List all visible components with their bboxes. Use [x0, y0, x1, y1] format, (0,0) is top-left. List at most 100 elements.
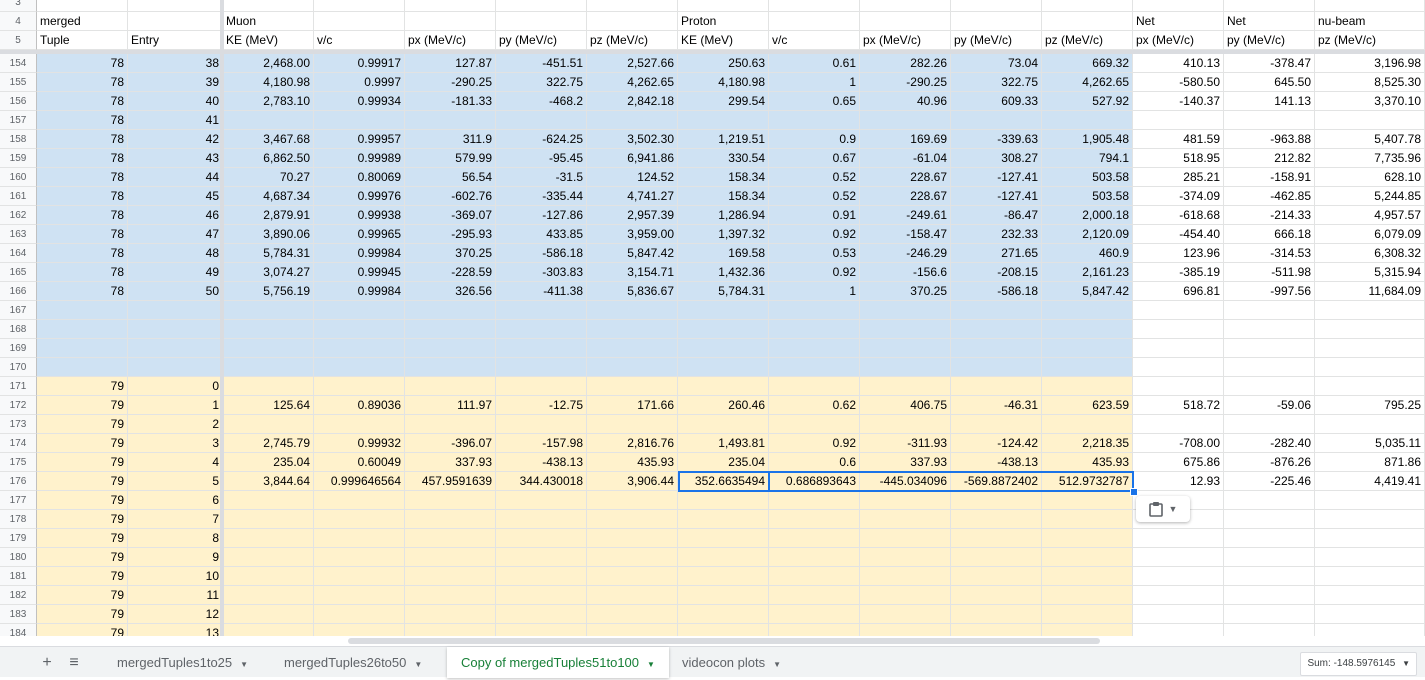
table-cell[interactable]: 512.9732787 [1042, 472, 1133, 491]
table-cell[interactable]: 228.67 [860, 187, 951, 206]
table-cell[interactable]: 0.89036 [314, 396, 405, 415]
table-cell[interactable] [1315, 415, 1425, 434]
table-cell[interactable]: 235.04 [678, 453, 769, 472]
table-cell[interactable] [1042, 624, 1133, 636]
table-cell[interactable] [678, 567, 769, 586]
table-cell[interactable]: 696.81 [1133, 282, 1224, 301]
table-cell[interactable]: 48 [128, 244, 223, 263]
table-cell[interactable]: 503.58 [1042, 187, 1133, 206]
table-cell[interactable]: 0.80069 [314, 168, 405, 187]
table-cell[interactable] [1133, 605, 1224, 624]
table-cell[interactable] [496, 529, 587, 548]
table-cell[interactable]: 73.04 [951, 54, 1042, 73]
table-cell[interactable]: 271.65 [951, 244, 1042, 263]
row-number[interactable]: 182 [0, 586, 37, 605]
table-cell[interactable]: 41 [128, 111, 223, 130]
table-cell[interactable] [1042, 358, 1133, 377]
table-cell[interactable] [860, 491, 951, 510]
table-cell[interactable] [1042, 529, 1133, 548]
table-cell[interactable]: -31.5 [496, 168, 587, 187]
header-cell[interactable] [587, 12, 678, 31]
table-cell[interactable] [678, 548, 769, 567]
table-cell[interactable]: 2,879.91 [223, 206, 314, 225]
header-cell[interactable]: v/c [769, 31, 860, 50]
table-cell[interactable]: -411.38 [496, 282, 587, 301]
table-cell[interactable] [1315, 605, 1425, 624]
table-cell[interactable]: -156.6 [860, 263, 951, 282]
table-cell[interactable] [951, 491, 1042, 510]
row-number[interactable]: 168 [0, 320, 37, 339]
table-cell[interactable] [769, 111, 860, 130]
table-cell[interactable]: -295.93 [405, 225, 496, 244]
table-cell[interactable] [1133, 624, 1224, 636]
table-cell[interactable] [314, 377, 405, 396]
table-cell[interactable]: 78 [37, 54, 128, 73]
table-cell[interactable] [405, 320, 496, 339]
table-cell[interactable] [314, 529, 405, 548]
table-cell[interactable]: 4,180.98 [678, 73, 769, 92]
table-cell[interactable] [951, 358, 1042, 377]
table-cell[interactable]: 78 [37, 282, 128, 301]
table-cell[interactable]: -708.00 [1133, 434, 1224, 453]
table-cell[interactable]: 3,502.30 [587, 130, 678, 149]
header-cell[interactable]: KE (MeV) [223, 31, 314, 50]
table-cell[interactable]: 0.99917 [314, 54, 405, 73]
table-cell[interactable]: 337.93 [860, 453, 951, 472]
table-cell[interactable]: 0.99957 [314, 130, 405, 149]
table-cell[interactable] [1315, 301, 1425, 320]
table-cell[interactable]: 260.46 [678, 396, 769, 415]
table-cell[interactable] [405, 605, 496, 624]
header-cell[interactable] [587, 0, 678, 12]
table-cell[interactable]: 12.93 [1133, 472, 1224, 491]
table-cell[interactable]: 6,079.09 [1315, 225, 1425, 244]
table-cell[interactable] [769, 301, 860, 320]
header-cell[interactable]: pz (MeV/c) [587, 31, 678, 50]
table-cell[interactable]: 78 [37, 111, 128, 130]
header-cell[interactable] [769, 12, 860, 31]
table-cell[interactable]: 50 [128, 282, 223, 301]
header-cell[interactable] [1133, 0, 1224, 12]
table-cell[interactable] [678, 586, 769, 605]
table-cell[interactable] [1224, 320, 1315, 339]
table-cell[interactable]: -225.46 [1224, 472, 1315, 491]
table-cell[interactable]: 4,687.34 [223, 187, 314, 206]
table-cell[interactable]: -158.91 [1224, 168, 1315, 187]
table-cell[interactable]: 282.26 [860, 54, 951, 73]
table-cell[interactable]: 6,862.50 [223, 149, 314, 168]
table-cell[interactable]: 5,784.31 [223, 244, 314, 263]
sheet-tab[interactable]: mergedTuples26to50 ▼ [270, 647, 436, 678]
table-cell[interactable]: -127.86 [496, 206, 587, 225]
header-cell[interactable] [951, 0, 1042, 12]
table-cell[interactable]: 0.686893643 [769, 472, 860, 491]
row-number[interactable]: 172 [0, 396, 37, 415]
table-cell[interactable] [587, 548, 678, 567]
header-cell[interactable]: pz (MeV/c) [1315, 31, 1425, 50]
table-cell[interactable] [769, 320, 860, 339]
table-cell[interactable]: 1 [769, 282, 860, 301]
table-cell[interactable]: 3,959.00 [587, 225, 678, 244]
table-cell[interactable]: 78 [37, 187, 128, 206]
table-cell[interactable] [1315, 548, 1425, 567]
table-cell[interactable]: -46.31 [951, 396, 1042, 415]
table-cell[interactable]: -876.26 [1224, 453, 1315, 472]
table-cell[interactable] [951, 415, 1042, 434]
table-cell[interactable] [496, 320, 587, 339]
table-cell[interactable]: 42 [128, 130, 223, 149]
table-cell[interactable]: 6,308.32 [1315, 244, 1425, 263]
table-cell[interactable]: 518.72 [1133, 396, 1224, 415]
table-cell[interactable]: 3,196.98 [1315, 54, 1425, 73]
table-cell[interactable] [769, 510, 860, 529]
table-cell[interactable] [496, 111, 587, 130]
table-cell[interactable]: -249.61 [860, 206, 951, 225]
table-cell[interactable] [314, 491, 405, 510]
table-cell[interactable] [314, 510, 405, 529]
table-cell[interactable]: 457.9591639 [405, 472, 496, 491]
table-cell[interactable] [128, 301, 223, 320]
table-cell[interactable]: 235.04 [223, 453, 314, 472]
chevron-down-icon[interactable]: ▼ [773, 660, 781, 669]
add-sheet-icon[interactable]: + [35, 651, 59, 675]
table-cell[interactable] [223, 358, 314, 377]
table-cell[interactable]: 410.13 [1133, 54, 1224, 73]
header-cell[interactable] [678, 0, 769, 12]
table-cell[interactable]: 2,468.00 [223, 54, 314, 73]
